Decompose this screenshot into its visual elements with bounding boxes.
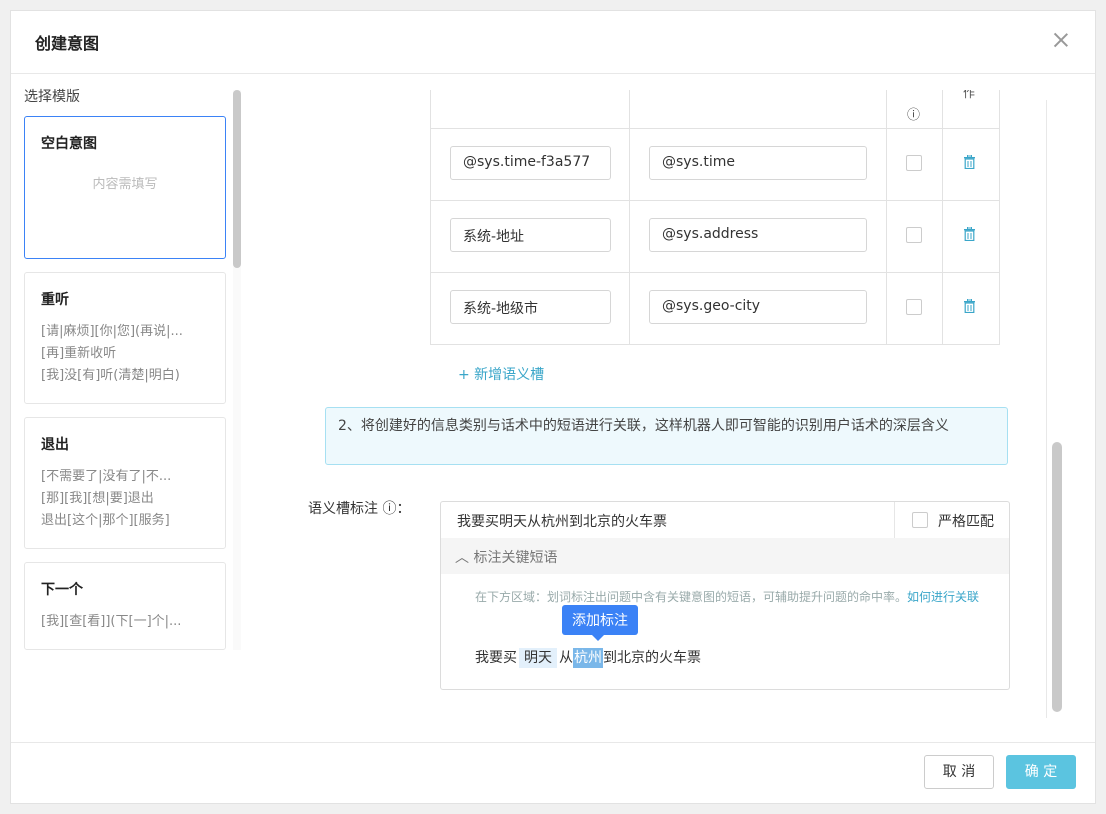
sentence-part: 从 [559,650,573,666]
selected-phrase[interactable]: 杭州 [573,648,603,668]
template-card-repeat[interactable]: 重听 [请|麻烦][你|您](再说|... [再]重新收听 [我]没[有]听(清… [24,272,226,404]
template-card-line: [那][我][想|要]退出 [41,491,154,506]
required-checkbox[interactable] [906,227,922,243]
operation-header: 作 [963,90,976,100]
slot-name-input[interactable]: 系统-地级市 [450,290,611,324]
template-card-line: [请|麻烦][你|您](再说|... [41,324,183,339]
template-card-exit[interactable]: 退出 [不需要了|没有了|不... [那][我][想|要]退出 退出[这个|那个… [24,417,226,549]
add-annotation-tooltip[interactable]: 添加标注 [562,605,638,641]
annotation-box: 我要买明天从杭州到北京的火车票 严格匹配 ︿ 标注关键短语 在下方区域：划词标注… [440,501,1010,690]
annotation-hint: 在下方区域：划词标注出问题中含有关键意图的短语，可辅助提升问题的命中率。如何进行… [475,588,980,607]
intent-content-panel: ⓘ 作 @sys.time-f3a577 @sys.time 系统-地址 @sy… [296,90,1038,708]
trash-icon[interactable] [964,227,975,241]
template-list: 选择模版 空白意图 内容需填写 重听 [请|麻烦][你|您](再说|... [再… [24,86,238,651]
table-row: 系统-地级市 @sys.geo-city [431,273,999,345]
hint-text: 在下方区域：划词标注出问题中含有关键意图的短语，可辅助提升问题的命中率。 [475,590,908,604]
dialog-footer: 取 消 确 定 [11,742,1095,803]
template-card-line: [我]没[有]听(清楚|明白) [41,368,180,383]
slot-name-input[interactable]: 系统-地址 [450,218,611,252]
template-section-label: 选择模版 [24,89,80,105]
slot-entity-input[interactable]: @sys.geo-city [649,290,867,324]
how-to-link[interactable]: 如何进行关联 [907,590,979,604]
slot-entity-input[interactable]: @sys.address [649,218,867,252]
trash-icon[interactable] [964,299,975,313]
template-card-title: 下一个 [41,582,83,598]
scrollbar-thumb[interactable] [233,90,241,268]
template-card-next[interactable]: 下一个 [我][查[看]](下[一]个|... [24,562,226,650]
cancel-button[interactable]: 取 消 [924,755,994,789]
table-row: @sys.time-f3a577 @sys.time [431,129,999,201]
annotation-input[interactable]: 我要买明天从杭州到北京的火车票 [457,511,667,531]
slot-entity-input[interactable]: @sys.time [649,146,867,180]
chevron-up-icon: ︿ [455,550,469,566]
template-list-scrollbar[interactable] [233,90,241,650]
template-card-title: 重听 [41,292,69,308]
template-card-title: 空白意图 [41,136,97,152]
info-icon: ⓘ [907,108,921,123]
dialog-title: 创建意图 [35,34,100,53]
annotation-sentence[interactable]: 我要买 明天 从杭州到北京的火车票 [475,647,701,668]
template-card-line: [再]重新收听 [41,346,117,361]
strict-match-checkbox[interactable] [912,512,928,528]
template-card-line: [不需要了|没有了|不... [41,469,172,484]
template-card-line: 退出[这个|那个][服务] [41,513,170,528]
template-card-title: 退出 [41,437,69,453]
trash-icon[interactable] [964,155,975,169]
info-notice: 2、将创建好的信息类别与话术中的短语进行关联，这样机器人即可智能的识别用户话术的… [325,407,1008,465]
slot-table: ⓘ 作 @sys.time-f3a577 @sys.time 系统-地址 @sy… [430,90,1000,345]
collapse-label: 标注关键短语 [473,550,558,566]
template-card-line: [我][查[看]](下[一]个|... [41,614,182,629]
dialog-header: 创建意图 [11,11,1095,74]
required-checkbox[interactable] [906,155,922,171]
annotated-tag[interactable]: 明天 [519,648,557,668]
template-card-placeholder: 内容需填写 [92,177,158,192]
slot-table-header: ⓘ 作 [431,90,999,129]
template-card-blank[interactable]: 空白意图 内容需填写 [24,116,226,259]
slot-name-input[interactable]: @sys.time-f3a577 [450,146,611,180]
add-slot-link[interactable]: + 新增语义槽 [458,364,544,384]
confirm-button[interactable]: 确 定 [1006,755,1076,789]
sentence-part: 我要买 [475,650,517,666]
scrollbar-thumb[interactable] [1052,442,1062,712]
strict-match-toggle[interactable]: 严格匹配 [894,502,1009,538]
required-checkbox[interactable] [906,299,922,315]
table-row: 系统-地址 @sys.address [431,201,999,273]
collapse-bar[interactable]: ︿ 标注关键短语 [441,538,1009,574]
sentence-part: 到北京的火车票 [603,650,701,666]
content-scrollbar[interactable] [1046,100,1066,718]
slot-annotation-label: 语义槽标注 ⓘ： [308,501,411,517]
close-icon[interactable] [1051,30,1071,50]
strict-match-label: 严格匹配 [938,514,994,530]
